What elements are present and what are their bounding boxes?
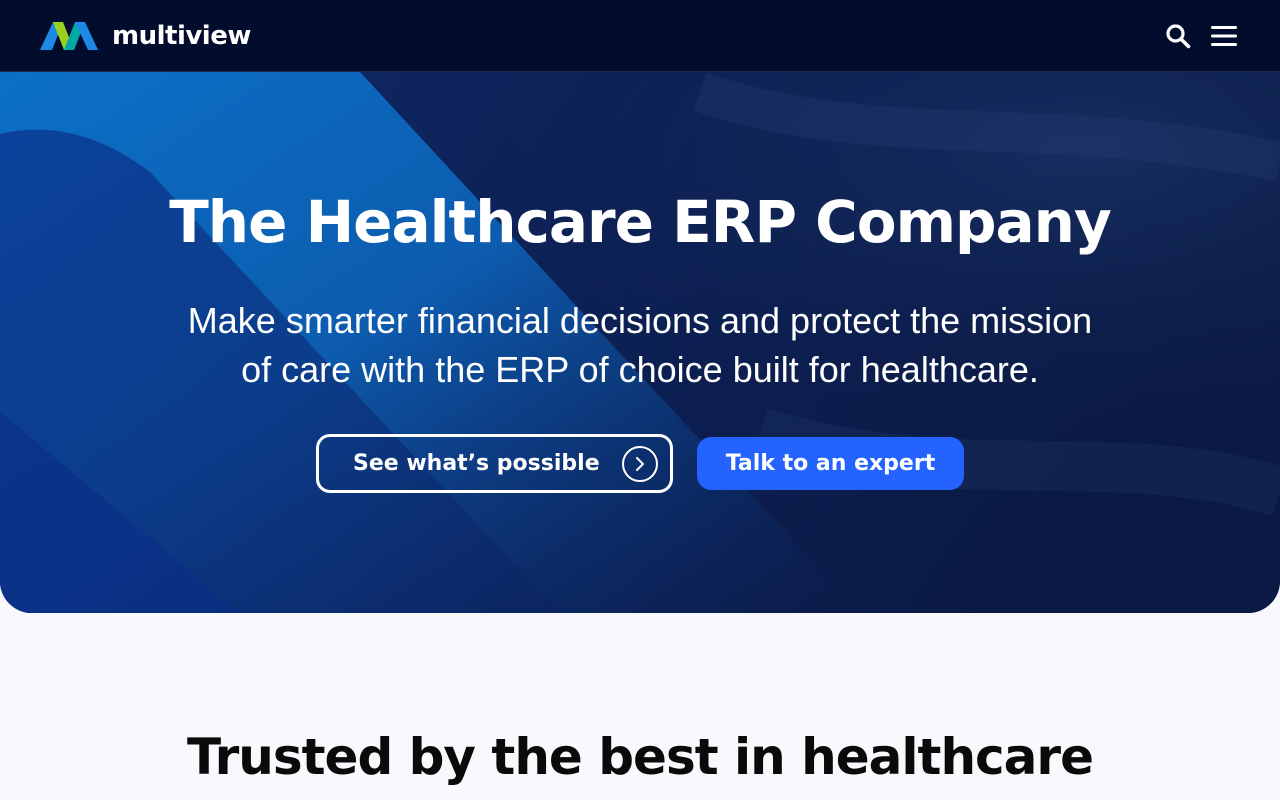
search-button[interactable] bbox=[1162, 20, 1194, 52]
brand-logo-link[interactable]: multiview bbox=[40, 21, 251, 51]
top-navigation-bar: multiview bbox=[0, 0, 1280, 72]
hero-title: The Healthcare ERP Company bbox=[169, 188, 1112, 256]
nav-actions bbox=[1162, 20, 1240, 52]
trusted-section-title: Trusted by the best in healthcare bbox=[187, 728, 1094, 786]
hero-content: The Healthcare ERP Company Make smarter … bbox=[0, 72, 1280, 613]
menu-button[interactable] bbox=[1208, 20, 1240, 52]
chevron-right-icon bbox=[621, 445, 658, 482]
talk-to-expert-button[interactable]: Talk to an expert bbox=[697, 437, 964, 490]
multiview-logo-icon bbox=[40, 21, 98, 50]
hero-subtitle: Make smarter financial decisions and pro… bbox=[140, 296, 1140, 394]
see-whats-possible-button[interactable]: See what’s possible bbox=[316, 434, 673, 493]
search-icon bbox=[1166, 23, 1191, 48]
hero-section: The Healthcare ERP Company Make smarter … bbox=[0, 72, 1280, 613]
hero-subtitle-line-1: Make smarter financial decisions and pro… bbox=[187, 300, 1093, 341]
hero-subtitle-line-2: of care with the ERP of choice built for… bbox=[241, 349, 1039, 390]
hamburger-menu-icon bbox=[1211, 25, 1237, 46]
see-whats-possible-label: See what’s possible bbox=[353, 451, 600, 476]
brand-name: multiview bbox=[112, 20, 251, 51]
